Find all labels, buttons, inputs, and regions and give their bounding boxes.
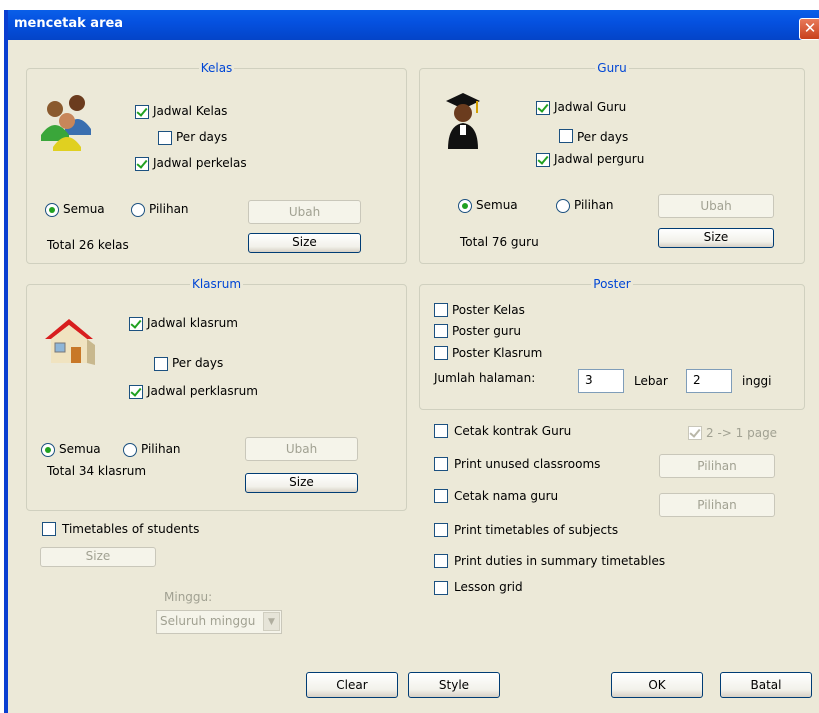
guru-pilihan-radio[interactable]	[556, 199, 570, 213]
cetak-nama-guru-label: Cetak nama guru	[454, 489, 559, 503]
guru-semua-label: Semua	[476, 198, 518, 212]
ok-button[interactable]: OK	[611, 672, 703, 698]
window-title: mencetak area	[14, 16, 124, 31]
title-bar: mencetak area ✕	[8, 10, 819, 40]
tinggi-input[interactable]: 2	[686, 369, 732, 393]
kelas-pilihan-radio[interactable]	[131, 203, 145, 217]
cetak-nama-guru-checkbox[interactable]	[434, 489, 448, 503]
guru-size-button[interactable]: Size	[658, 228, 774, 248]
users-group-icon	[41, 95, 91, 151]
guru-per-days-label: Per days	[577, 130, 629, 144]
print-timetables-subjects-label: Print timetables of subjects	[454, 523, 619, 537]
kelas-per-days-checkbox[interactable]	[158, 131, 172, 145]
klasrum-semua-radio[interactable]	[41, 443, 55, 457]
poster-group: Poster Poster Kelas Poster guru Poster K…	[419, 277, 805, 410]
klasrum-total-label: Total 34 klasrum	[47, 464, 147, 478]
kelas-pilihan-label: Pilihan	[149, 202, 189, 216]
style-button[interactable]: Style	[408, 672, 500, 698]
kelas-ubah-button[interactable]: Ubah	[248, 200, 361, 224]
kelas-size-button[interactable]: Size	[248, 233, 361, 253]
klasrum-semua-label: Semua	[59, 442, 101, 456]
guru-group: Guru Jadwal Guru Per days Jadwal perguru…	[419, 61, 805, 264]
print-duties-checkbox[interactable]	[434, 554, 448, 568]
guru-ubah-button[interactable]: Ubah	[658, 194, 774, 218]
klasrum-pilihan-radio[interactable]	[123, 443, 137, 457]
clear-button[interactable]: Clear	[306, 672, 398, 698]
tinggi-label: inggi	[742, 374, 772, 388]
klasrum-ubah-button[interactable]: Ubah	[245, 437, 358, 461]
graduate-icon	[446, 93, 480, 149]
students-size-button[interactable]: Size	[40, 547, 156, 567]
cetak-kontrak-guru-checkbox[interactable]	[434, 424, 448, 438]
lebar-input[interactable]: 3	[578, 369, 624, 393]
batal-button[interactable]: Batal	[720, 672, 812, 698]
lebar-label: Lebar	[634, 374, 668, 388]
jadwal-perklasrum-checkbox[interactable]	[129, 385, 143, 399]
minggu-select[interactable]: Seluruh minggu ▼	[156, 610, 282, 634]
jadwal-perkelas-checkbox[interactable]	[135, 157, 149, 171]
klasrum-pilihan-label: Pilihan	[141, 442, 181, 456]
chevron-down-icon[interactable]: ▼	[263, 612, 280, 631]
close-icon: ✕	[803, 19, 817, 37]
two-to-one-page-checkbox[interactable]	[688, 426, 702, 440]
poster-group-title: Poster	[591, 277, 633, 291]
jadwal-perguru-checkbox[interactable]	[536, 153, 550, 167]
klasrum-size-button[interactable]: Size	[245, 473, 358, 493]
jadwal-klasrum-label: Jadwal klasrum	[147, 316, 238, 330]
lesson-grid-checkbox[interactable]	[434, 581, 448, 595]
kelas-semua-radio[interactable]	[45, 203, 59, 217]
klasrum-per-days-label: Per days	[172, 356, 224, 370]
jumlah-halaman-label: Jumlah halaman:	[434, 371, 536, 385]
jadwal-perklasrum-label: Jadwal perklasrum	[147, 384, 258, 398]
poster-guru-label: Poster guru	[452, 324, 521, 338]
unused-classrooms-pilihan-button[interactable]: Pilihan	[659, 454, 775, 478]
minggu-label: Minggu:	[164, 590, 213, 604]
print-unused-classrooms-label: Print unused classrooms	[454, 457, 601, 471]
poster-klasrum-label: Poster Klasrum	[452, 346, 543, 360]
kelas-total-label: Total 26 kelas	[47, 238, 129, 252]
kelas-group: Kelas Jadwal Kelas Per days Jadwal perke…	[26, 61, 407, 264]
poster-kelas-checkbox[interactable]	[434, 303, 448, 317]
print-duties-label: Print duties in summary timetables	[454, 554, 666, 568]
guru-group-title: Guru	[595, 61, 629, 75]
guru-pilihan-label: Pilihan	[574, 198, 614, 212]
close-button[interactable]: ✕	[799, 18, 819, 40]
jadwal-perguru-label: Jadwal perguru	[554, 152, 645, 166]
print-dialog: mencetak area ✕ Kelas Jadwal Kelas Per d…	[4, 10, 819, 713]
jadwal-klasrum-checkbox[interactable]	[129, 317, 143, 331]
klasrum-group-title: Klasrum	[189, 277, 244, 291]
jadwal-guru-checkbox[interactable]	[536, 101, 550, 115]
jadwal-kelas-label: Jadwal Kelas	[153, 104, 228, 118]
jadwal-perkelas-label: Jadwal perkelas	[153, 156, 247, 170]
kelas-per-days-label: Per days	[176, 130, 228, 144]
klasrum-group: Klasrum Jadwal klasrum Per days Jadwal p…	[26, 277, 407, 511]
jadwal-guru-label: Jadwal Guru	[554, 100, 627, 114]
house-icon	[45, 319, 95, 365]
print-unused-classrooms-checkbox[interactable]	[434, 457, 448, 471]
guru-per-days-checkbox[interactable]	[559, 129, 573, 143]
lesson-grid-label: Lesson grid	[454, 580, 523, 594]
nama-guru-pilihan-button[interactable]: Pilihan	[659, 493, 775, 517]
timetables-students-checkbox[interactable]	[42, 522, 56, 536]
jadwal-kelas-checkbox[interactable]	[135, 105, 149, 119]
klasrum-per-days-checkbox[interactable]	[154, 357, 168, 371]
minggu-select-value: Seluruh minggu	[160, 614, 256, 628]
cetak-kontrak-guru-label: Cetak kontrak Guru	[454, 424, 572, 438]
poster-klasrum-checkbox[interactable]	[434, 346, 448, 360]
poster-kelas-label: Poster Kelas	[452, 303, 525, 317]
guru-total-label: Total 76 guru	[460, 235, 539, 249]
timetables-students-label: Timetables of students	[62, 522, 200, 536]
poster-guru-checkbox[interactable]	[434, 324, 448, 338]
guru-semua-radio[interactable]	[458, 199, 472, 213]
kelas-group-title: Kelas	[198, 61, 235, 75]
print-timetables-subjects-checkbox[interactable]	[434, 523, 448, 537]
two-to-one-page-label: 2 -> 1 page	[706, 426, 778, 440]
kelas-semua-label: Semua	[63, 202, 105, 216]
